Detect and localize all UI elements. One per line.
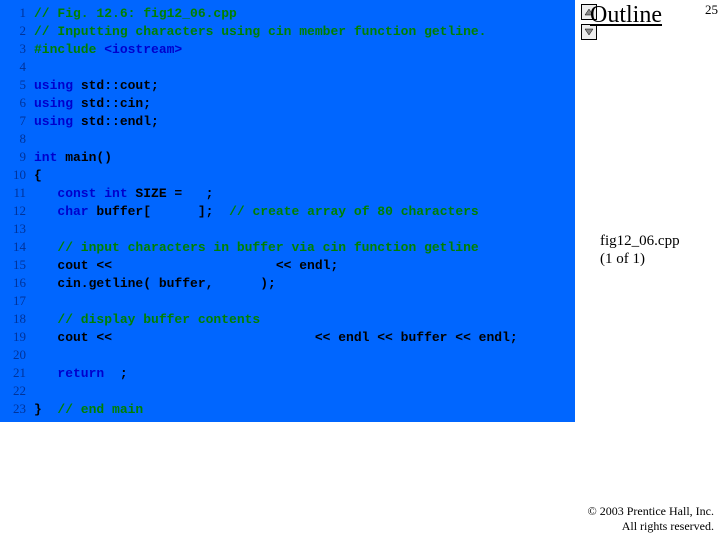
code-text: const int SIZE = ;	[34, 185, 213, 203]
code-text	[34, 131, 42, 149]
line-number: 16	[0, 274, 34, 292]
code-text	[34, 293, 42, 311]
code-text: cout << << endl << buffer << endl;	[34, 329, 518, 347]
file-part: (1 of 1)	[600, 250, 680, 268]
code-comment: // display buffer contents	[34, 311, 260, 329]
line-number: 21	[0, 364, 34, 382]
line-number: 19	[0, 328, 34, 346]
line-number: 8	[0, 130, 34, 148]
code-text: cout << << endl;	[34, 257, 338, 275]
line-number: 22	[0, 382, 34, 400]
code-text: using std::cout;	[34, 77, 159, 95]
line-number: 9	[0, 148, 34, 166]
line-number: 20	[0, 346, 34, 364]
triangle-down-icon	[584, 28, 594, 36]
side-panel: Outline	[590, 0, 720, 29]
file-name: fig12_06.cpp	[600, 232, 680, 250]
line-number: 10	[0, 166, 34, 184]
line-number: 17	[0, 292, 34, 310]
slide: 1// Fig. 12.6: fig12_06.cpp 2// Inputtin…	[0, 0, 720, 540]
code-text: int main()	[34, 149, 112, 167]
code-text	[34, 347, 42, 365]
code-text	[34, 59, 42, 77]
code-text	[34, 383, 42, 401]
code-text	[34, 221, 42, 239]
code-text: using std::endl;	[34, 113, 159, 131]
code-block: 1// Fig. 12.6: fig12_06.cpp 2// Inputtin…	[0, 0, 575, 422]
file-label: fig12_06.cpp (1 of 1)	[600, 232, 680, 268]
line-number: 12	[0, 202, 34, 220]
copyright: © 2003 Prentice Hall, Inc. All rights re…	[588, 504, 714, 534]
copyright-line2: All rights reserved.	[588, 519, 714, 534]
line-number: 6	[0, 94, 34, 112]
line-number: 4	[0, 58, 34, 76]
line-number: 23	[0, 400, 34, 418]
code-text: #include <iostream>	[34, 41, 182, 59]
line-number: 13	[0, 220, 34, 238]
code-text: return ;	[34, 365, 128, 383]
code-text: {	[34, 167, 42, 185]
line-number: 15	[0, 256, 34, 274]
code-comment: // Fig. 12.6: fig12_06.cpp	[34, 5, 237, 23]
code-comment: // input characters in buffer via cin fu…	[34, 239, 479, 257]
line-number: 18	[0, 310, 34, 328]
line-number: 1	[0, 4, 34, 22]
code-text: using std::cin;	[34, 95, 151, 113]
code-text: } // end main	[34, 401, 143, 419]
line-number: 11	[0, 184, 34, 202]
code-text: char buffer[ ]; // create array of 80 ch…	[34, 203, 479, 221]
line-number: 2	[0, 22, 34, 40]
outline-title: Outline	[590, 2, 720, 29]
line-number: 5	[0, 76, 34, 94]
code-text: cin.getline( buffer, );	[34, 275, 276, 293]
line-number: 14	[0, 238, 34, 256]
line-number: 3	[0, 40, 34, 58]
page-number: 25	[705, 2, 718, 18]
line-number: 7	[0, 112, 34, 130]
copyright-line1: © 2003 Prentice Hall, Inc.	[588, 504, 714, 519]
code-comment: // Inputting characters using cin member…	[34, 23, 486, 41]
